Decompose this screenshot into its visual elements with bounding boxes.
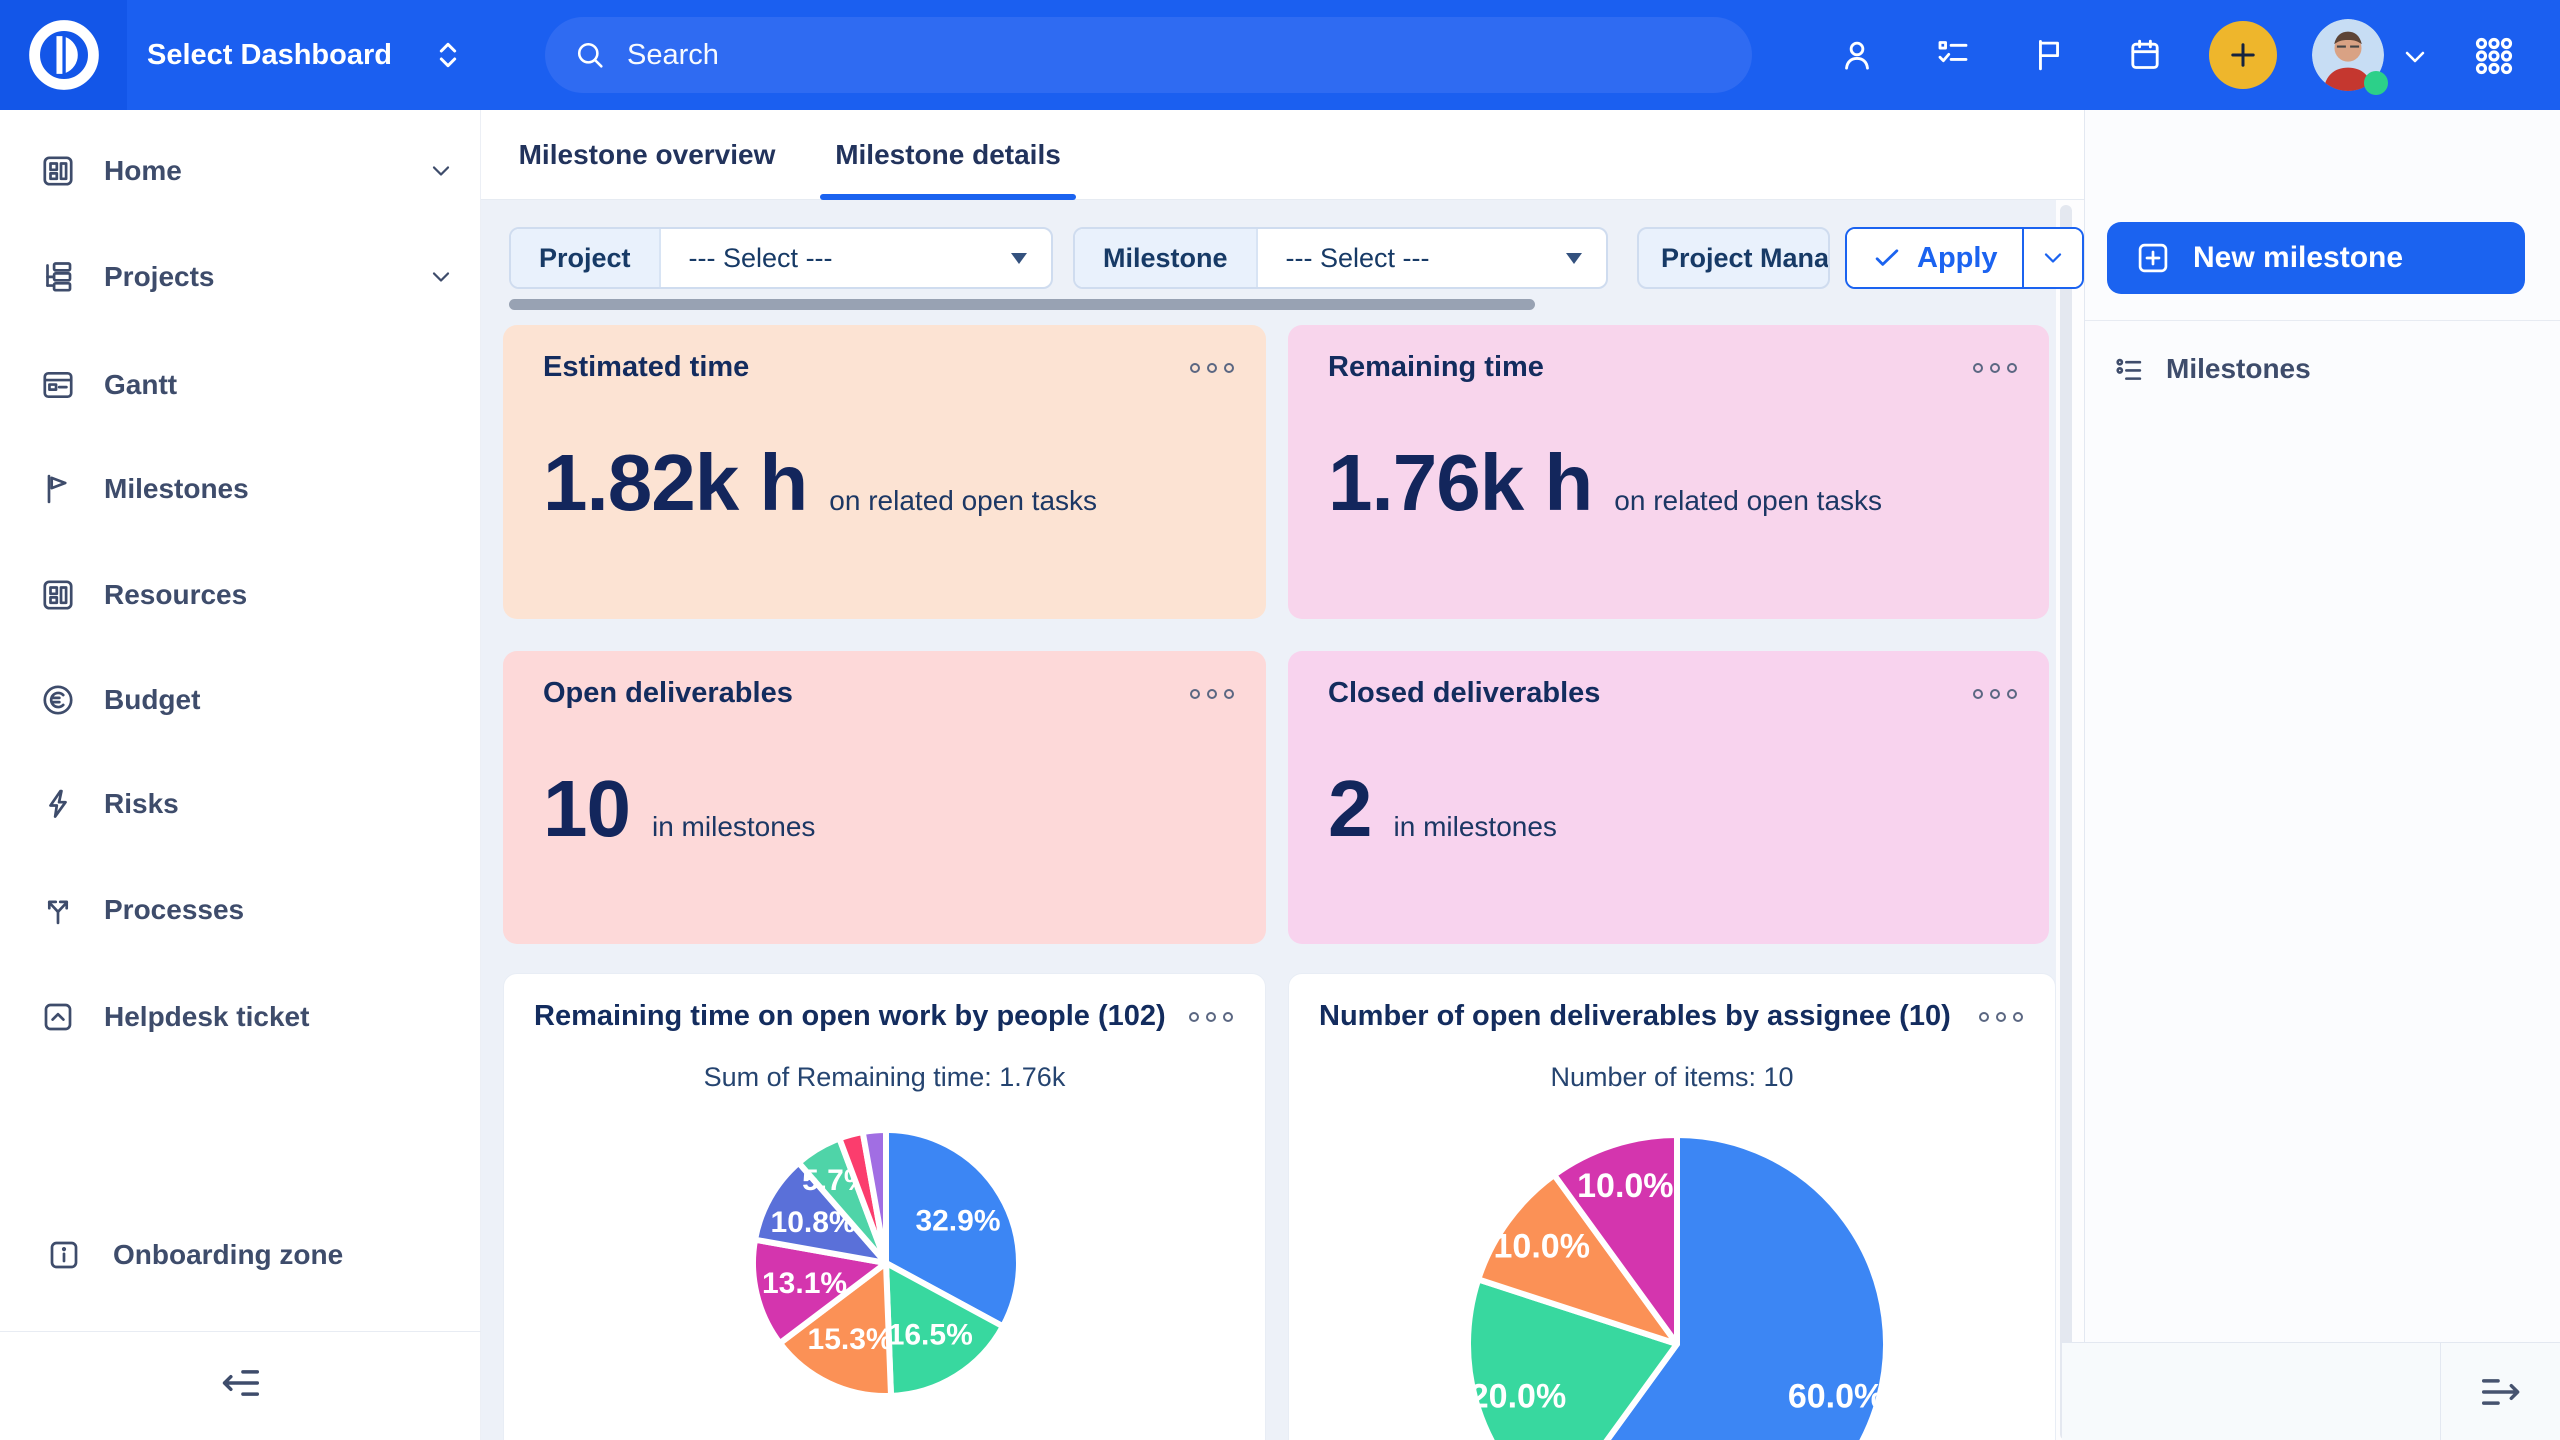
panel-footer — [2062, 1342, 2560, 1440]
svg-text:16.5%: 16.5% — [888, 1319, 973, 1352]
select-caret-icon — [1011, 253, 1027, 264]
filter-milestone-label: Milestone — [1075, 229, 1258, 287]
tasks-icon[interactable] — [1934, 36, 1972, 74]
milestone-flag-icon — [40, 471, 76, 507]
sidebar-item-budget[interactable]: Budget — [0, 671, 481, 729]
helpdesk-icon — [40, 999, 76, 1035]
horizontal-scrollbar[interactable] — [509, 299, 1535, 310]
vertical-scrollbar[interactable] — [2060, 205, 2072, 1440]
selector-chevrons-icon — [428, 35, 468, 75]
kpi-card-closed-deliverables: Closed deliverables 2in milestones — [1288, 651, 2049, 944]
apps-grid-icon[interactable] — [2474, 36, 2514, 76]
tab-milestone-details[interactable]: Milestone details — [824, 110, 1072, 200]
card-title: Open deliverables — [543, 677, 793, 710]
chevron-down-icon — [2038, 243, 2068, 273]
collapse-sidebar-icon[interactable] — [218, 1360, 264, 1406]
filter-project-manager[interactable]: Project Manager — [1637, 227, 1830, 289]
plus-square-icon — [2135, 240, 2171, 276]
calendar-icon[interactable] — [2126, 36, 2164, 74]
plus-icon — [2225, 37, 2261, 73]
sidebar-item-projects[interactable]: Projects — [0, 248, 481, 306]
user-icon[interactable] — [1838, 36, 1876, 74]
svg-text:13.1%: 13.1% — [762, 1267, 847, 1300]
dashboard-page: Select Dashboard Search Home Projects Gant… — [0, 0, 2560, 1440]
panel-item-milestones[interactable]: Milestones — [2085, 342, 2560, 396]
apply-button[interactable]: Apply — [1847, 229, 2022, 287]
kpi-card-open-deliverables: Open deliverables 10in milestones — [503, 651, 1266, 944]
svg-text:10.0%: 10.0% — [1494, 1228, 1590, 1266]
right-panel: New milestone Milestones — [2084, 110, 2560, 1440]
sidebar-item-gantt[interactable]: Gantt — [0, 356, 481, 414]
svg-text:10.0%: 10.0% — [1577, 1167, 1673, 1205]
app-logo[interactable] — [0, 0, 127, 110]
sidebar-item-resources[interactable]: Resources — [0, 566, 481, 624]
info-icon — [46, 1237, 82, 1273]
sidebar-item-risks[interactable]: Risks — [0, 775, 481, 833]
easy-project-logo-icon — [22, 13, 106, 97]
chevron-down-icon — [426, 156, 456, 186]
sidebar-item-onboarding-zone[interactable]: Onboarding zone — [0, 1226, 481, 1284]
risk-bolt-icon — [40, 786, 76, 822]
check-icon — [1871, 242, 1903, 274]
budget-euro-icon — [40, 682, 76, 718]
card-title: Closed deliverables — [1328, 677, 1600, 710]
sidebar-item-milestones[interactable]: Milestones — [0, 460, 481, 518]
svg-text:60.0%: 60.0% — [1788, 1378, 1884, 1416]
dashboard-icon — [40, 153, 76, 189]
sidebar-item-helpdesk-ticket[interactable]: Helpdesk ticket — [0, 988, 481, 1046]
sidebar-item-home[interactable]: Home — [0, 142, 481, 200]
chart-card-open-deliverables-by-assignee: Number of open deliverables by assignee … — [1288, 973, 2056, 1440]
svg-text:32.9%: 32.9% — [915, 1205, 1000, 1238]
pie-chart-deliverables: 60.0% 20.0% 10.0% 10.0% — [1289, 974, 2057, 1440]
card-menu-icon[interactable] — [1188, 683, 1236, 705]
filter-project-label: Project — [511, 229, 661, 287]
svg-text:15.3%: 15.3% — [808, 1323, 893, 1356]
new-milestone-button[interactable]: New milestone — [2107, 222, 2525, 294]
kpi-card-estimated-time: Estimated time 1.82k hon related open ta… — [503, 325, 1266, 619]
apply-options-button[interactable] — [2022, 229, 2082, 287]
tab-milestone-overview[interactable]: Milestone overview — [497, 110, 797, 200]
dashboard-selector-label: Select Dashboard — [147, 39, 392, 72]
dashboard-selector[interactable]: Select Dashboard — [147, 0, 468, 110]
kpi-card-remaining-time: Remaining time 1.76k hon related open ta… — [1288, 325, 2049, 619]
active-tab-indicator — [820, 194, 1076, 200]
gantt-icon — [40, 367, 76, 403]
online-status-dot — [2364, 71, 2388, 95]
card-menu-icon[interactable] — [1188, 357, 1236, 379]
top-bar: Select Dashboard Search — [0, 0, 2560, 110]
projects-icon — [40, 259, 76, 295]
search-icon — [573, 38, 607, 72]
card-title: Remaining time — [1328, 351, 1544, 384]
quick-add-button[interactable] — [2209, 21, 2277, 89]
filter-milestone-select[interactable]: Milestone --- Select --- — [1073, 227, 1608, 289]
tabs-bar: Milestone overview Milestone details — [481, 110, 2084, 200]
pie-chart-remaining-time: 32.9%16.5%15.3%13.1%10.8%5.7% — [504, 974, 1267, 1440]
search-input[interactable]: Search — [545, 17, 1752, 93]
avatar[interactable] — [2312, 19, 2384, 91]
svg-text:20.0%: 20.0% — [1470, 1378, 1566, 1416]
card-menu-icon[interactable] — [1971, 357, 2019, 379]
sidebar: Home Projects Gantt Milestones Resources Budg… — [0, 110, 481, 1440]
footer-divider — [2440, 1343, 2441, 1440]
select-caret-icon — [1566, 253, 1582, 264]
sidebar-item-processes[interactable]: Processes — [0, 881, 481, 939]
apply-split-button: Apply — [1845, 227, 2084, 289]
flag-icon[interactable] — [2030, 36, 2068, 74]
list-icon — [2113, 352, 2147, 386]
panel-divider — [2085, 320, 2560, 321]
processes-icon — [40, 892, 76, 928]
search-placeholder: Search — [627, 39, 719, 72]
expand-panel-icon[interactable] — [2477, 1369, 2523, 1415]
chevron-down-icon — [426, 262, 456, 292]
card-title: Estimated time — [543, 351, 749, 384]
card-menu-icon[interactable] — [1971, 683, 2019, 705]
sidebar-divider — [0, 1331, 481, 1332]
chart-card-remaining-time-by-people: Remaining time on open work by people (1… — [503, 973, 1266, 1440]
resources-icon — [40, 577, 76, 613]
filter-project-select[interactable]: Project --- Select --- — [509, 227, 1053, 289]
chevron-down-icon[interactable] — [2398, 40, 2432, 74]
